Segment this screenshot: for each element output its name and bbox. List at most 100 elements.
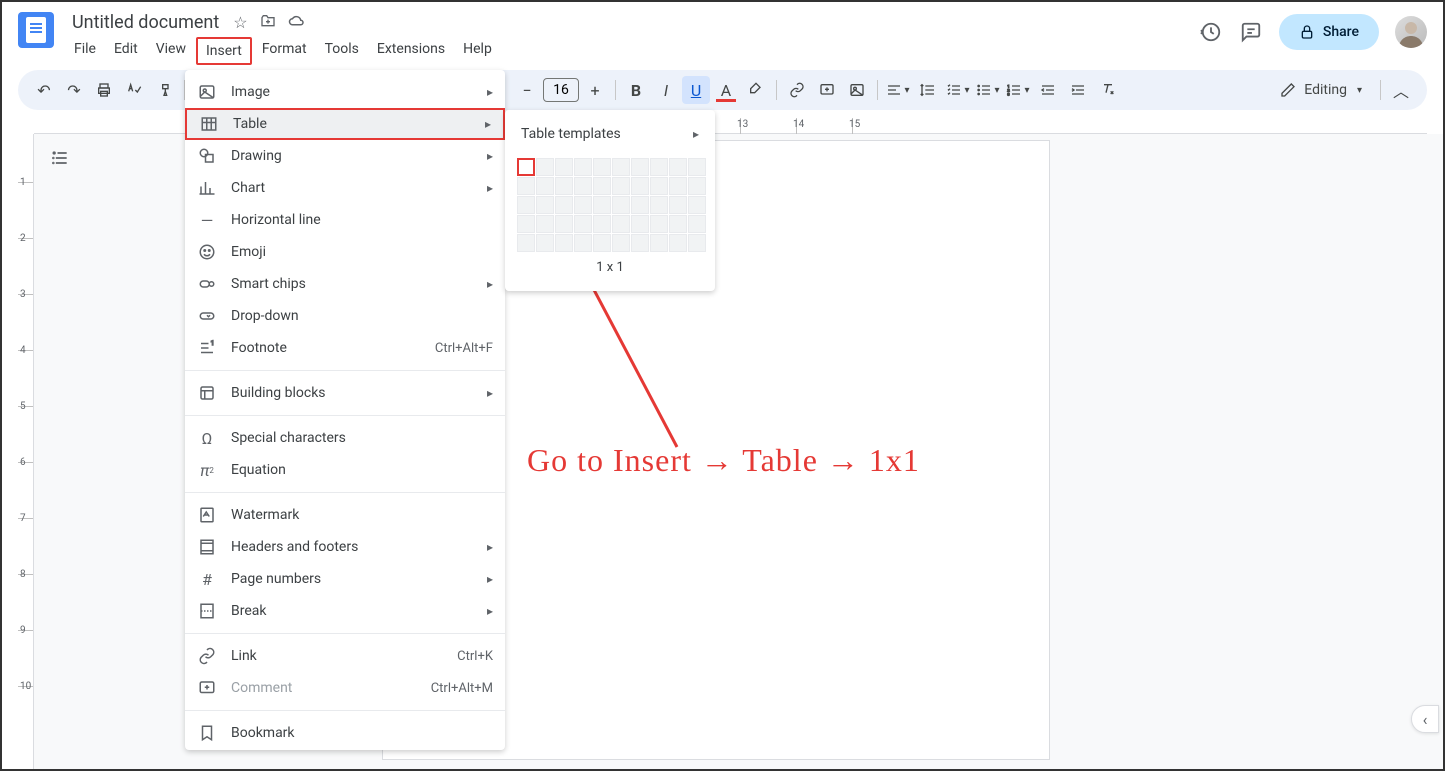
grid-cell[interactable] [688, 158, 706, 176]
menu-item-image[interactable]: Image ▸ [185, 76, 505, 108]
grid-cell[interactable] [669, 196, 687, 214]
menu-item-headers-footers[interactable]: Headers and footers ▸ [185, 531, 505, 563]
insert-comment-button[interactable] [813, 76, 841, 104]
highlight-button[interactable] [742, 76, 770, 104]
grid-cell[interactable] [574, 215, 592, 233]
grid-cell[interactable] [688, 177, 706, 195]
print-button[interactable] [90, 76, 118, 104]
grid-cell[interactable] [650, 158, 668, 176]
redo-button[interactable]: ↷ [60, 76, 88, 104]
grid-cell[interactable] [555, 234, 573, 252]
grid-cell[interactable] [536, 177, 554, 195]
align-button[interactable]: ▾ [884, 76, 912, 104]
collapse-toolbar-button[interactable]: ︿ [1387, 76, 1415, 104]
grid-cell[interactable] [593, 177, 611, 195]
outline-toggle-button[interactable] [46, 144, 74, 172]
grid-cell[interactable] [593, 215, 611, 233]
menu-item-bookmark[interactable]: Bookmark [185, 717, 505, 749]
spellcheck-button[interactable] [120, 76, 148, 104]
grid-cell[interactable] [669, 158, 687, 176]
grid-cell[interactable] [612, 177, 630, 195]
clear-formatting-button[interactable] [1094, 76, 1122, 104]
menu-file[interactable]: File [66, 37, 104, 65]
line-spacing-button[interactable] [914, 76, 942, 104]
history-icon[interactable] [1199, 20, 1223, 44]
grid-cell[interactable] [555, 215, 573, 233]
grid-cell[interactable] [688, 215, 706, 233]
italic-button[interactable]: I [652, 76, 680, 104]
submenu-table-templates[interactable]: Table templates ▸ [505, 118, 715, 150]
grid-cell[interactable] [593, 196, 611, 214]
grid-cell[interactable] [574, 158, 592, 176]
grid-cell[interactable] [536, 234, 554, 252]
checklist-button[interactable]: ▾ [944, 76, 972, 104]
grid-cell[interactable] [669, 215, 687, 233]
decrease-font-button[interactable]: − [513, 76, 541, 104]
grid-cell-1-1[interactable] [517, 158, 535, 176]
menu-edit[interactable]: Edit [106, 37, 146, 65]
grid-cell[interactable] [593, 158, 611, 176]
menu-item-horizontal-line[interactable]: — Horizontal line [185, 204, 505, 236]
insert-image-button[interactable] [843, 76, 871, 104]
grid-cell[interactable] [517, 177, 535, 195]
font-size-input[interactable]: 16 [543, 78, 579, 102]
menu-item-building-blocks[interactable]: Building blocks ▸ [185, 377, 505, 409]
menu-insert[interactable]: Insert [196, 37, 252, 65]
grid-cell[interactable] [555, 196, 573, 214]
grid-cell[interactable] [650, 177, 668, 195]
grid-cell[interactable] [574, 234, 592, 252]
cloud-status-icon[interactable] [288, 13, 306, 33]
bulleted-list-button[interactable]: ▾ [974, 76, 1002, 104]
grid-cell[interactable] [631, 196, 649, 214]
numbered-list-button[interactable]: 123▾ [1004, 76, 1032, 104]
menu-help[interactable]: Help [455, 37, 500, 65]
grid-cell[interactable] [536, 158, 554, 176]
menu-item-page-numbers[interactable]: # Page numbers ▸ [185, 563, 505, 595]
grid-cell[interactable] [536, 215, 554, 233]
grid-cell[interactable] [517, 215, 535, 233]
grid-cell[interactable] [669, 234, 687, 252]
table-size-grid[interactable] [505, 150, 715, 256]
decrease-indent-button[interactable] [1034, 76, 1062, 104]
grid-cell[interactable] [517, 234, 535, 252]
menu-item-equation[interactable]: π2 Equation [185, 454, 505, 486]
menu-tools[interactable]: Tools [317, 37, 367, 65]
menu-view[interactable]: View [148, 37, 194, 65]
grid-cell[interactable] [574, 196, 592, 214]
menu-item-table[interactable]: Table ▸ [185, 108, 505, 140]
grid-cell[interactable] [631, 234, 649, 252]
text-color-button[interactable]: A [712, 76, 740, 104]
comments-icon[interactable] [1239, 20, 1263, 44]
side-panel-toggle[interactable]: ‹ [1411, 705, 1439, 733]
grid-cell[interactable] [688, 196, 706, 214]
menu-item-special-characters[interactable]: Ω Special characters [185, 422, 505, 454]
star-icon[interactable]: ☆ [233, 13, 247, 33]
menu-item-chart[interactable]: Chart ▸ [185, 172, 505, 204]
move-icon[interactable] [260, 13, 276, 33]
paint-format-button[interactable] [150, 76, 178, 104]
menu-item-dropdown[interactable]: Drop-down [185, 300, 505, 332]
vertical-ruler[interactable]: 1 2 3 4 5 6 7 8 9 10 [18, 134, 34, 769]
menu-item-watermark[interactable]: Watermark [185, 499, 505, 531]
grid-cell[interactable] [593, 234, 611, 252]
grid-cell[interactable] [612, 215, 630, 233]
grid-cell[interactable] [612, 234, 630, 252]
undo-button[interactable]: ↶ [30, 76, 58, 104]
insert-link-button[interactable] [783, 76, 811, 104]
grid-cell[interactable] [669, 177, 687, 195]
grid-cell[interactable] [612, 158, 630, 176]
underline-button[interactable]: U [682, 76, 710, 104]
menu-item-emoji[interactable]: Emoji [185, 236, 505, 268]
menu-item-footnote[interactable]: 1 Footnote Ctrl+Alt+F [185, 332, 505, 364]
grid-cell[interactable] [612, 196, 630, 214]
grid-cell[interactable] [650, 234, 668, 252]
menu-item-drawing[interactable]: Drawing ▸ [185, 140, 505, 172]
docs-logo-icon[interactable] [18, 12, 54, 48]
grid-cell[interactable] [631, 158, 649, 176]
editing-mode-button[interactable]: Editing ▾ [1268, 76, 1374, 104]
grid-cell[interactable] [650, 215, 668, 233]
menu-format[interactable]: Format [254, 37, 315, 65]
grid-cell[interactable] [631, 177, 649, 195]
increase-indent-button[interactable] [1064, 76, 1092, 104]
bold-button[interactable]: B [622, 76, 650, 104]
